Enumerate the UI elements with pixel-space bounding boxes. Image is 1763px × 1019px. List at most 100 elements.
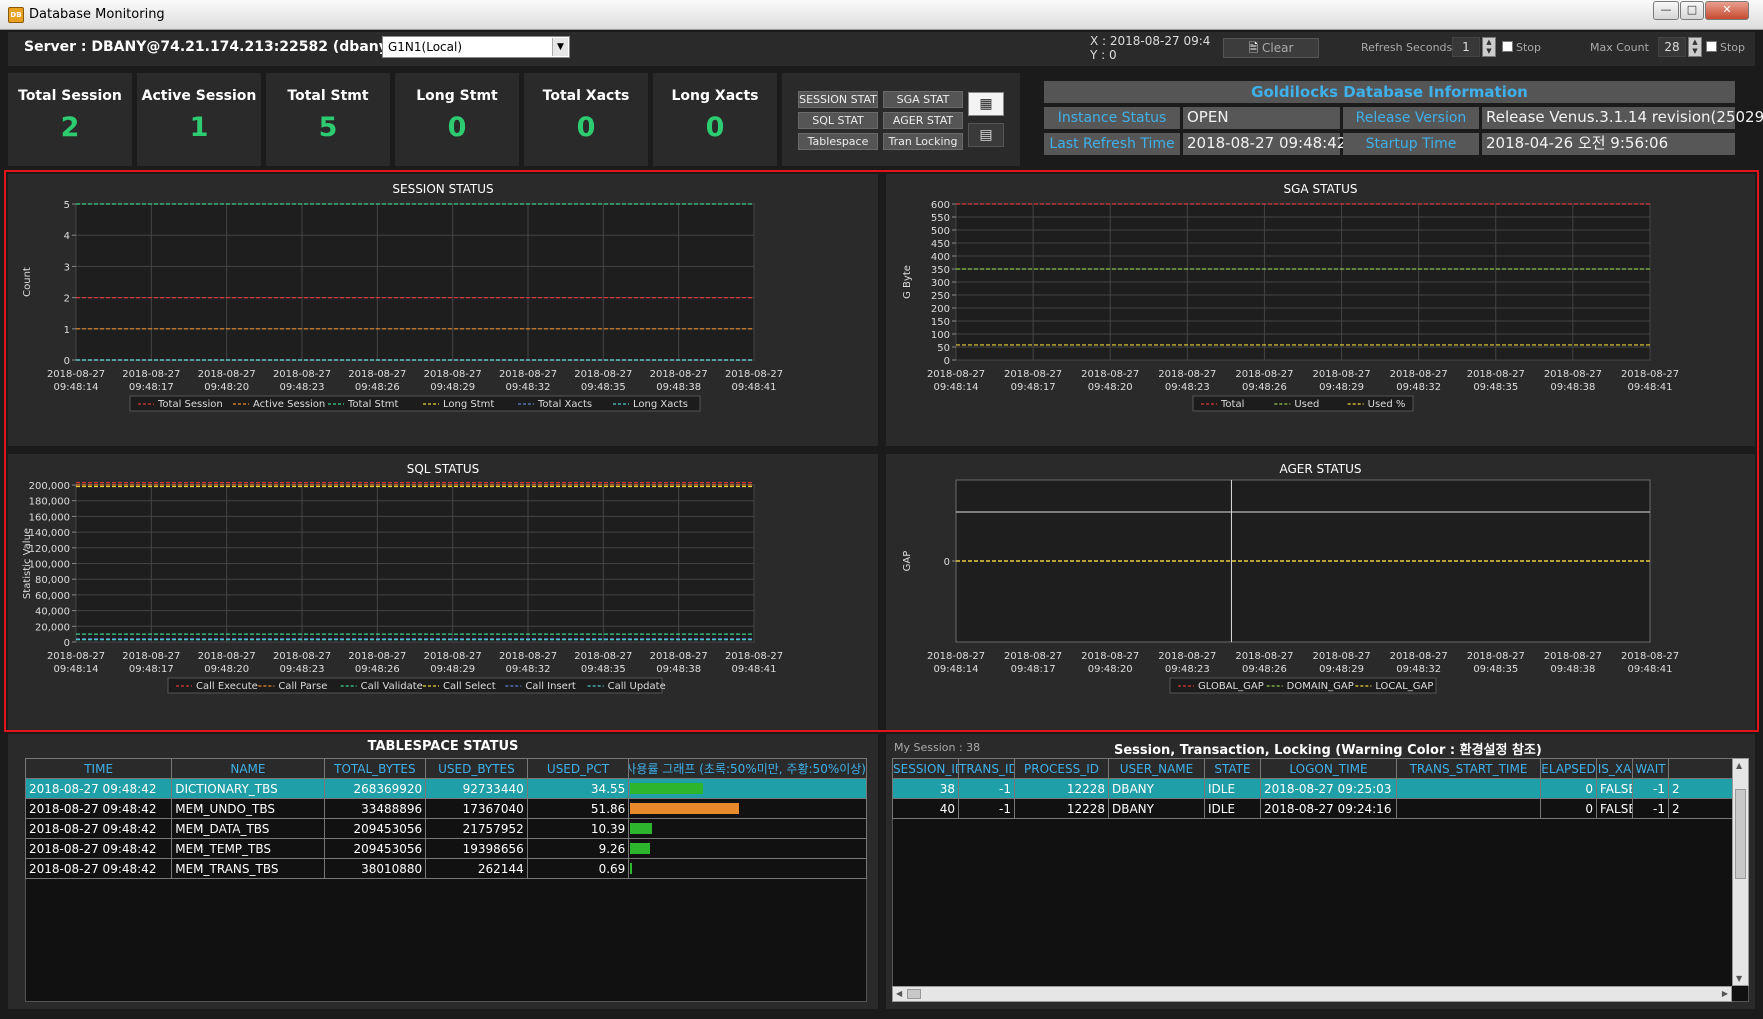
usage-bar-cell <box>628 838 867 859</box>
refresh-spinner[interactable]: ▲ ▼ <box>1482 37 1496 57</box>
column-header[interactable]: TOTAL_BYTES <box>323 758 427 779</box>
table-cell: 2018-08-27 09:48:42 <box>24 778 173 799</box>
table-cell: 92733440 <box>425 778 528 799</box>
table-cell: 17367040 <box>425 798 528 819</box>
scroll-right-icon[interactable]: ▶ <box>1722 989 1728 998</box>
session-grid-viewport: SESSION_ID TRANS_ID PROCESS_ID USER_NAME… <box>892 758 1732 986</box>
table-row[interactable]: 38 -1 12228 DBANY IDLE 2018-08-27 09:25:03 0 FA… <box>892 778 1732 799</box>
column-header[interactable]: TRANS_ID <box>958 758 1015 779</box>
startup-time-label: Startup Time <box>1343 133 1479 155</box>
table-cell: -1 <box>958 778 1015 799</box>
database-app-icon: DB <box>8 7 24 23</box>
table-cell: -1 <box>1632 778 1669 799</box>
column-header[interactable]: ELAPSED <box>1540 758 1597 779</box>
column-header[interactable]: USED_BYTES <box>425 758 528 779</box>
table-cell: IDLE <box>1204 798 1261 819</box>
vertical-scrollbar[interactable]: ▲ ▼ <box>1732 758 1749 986</box>
table-row[interactable]: 2018-08-27 09:48:42 MEM_TEMP_TBS 209453056… <box>24 838 867 859</box>
table-row[interactable]: 2018-08-27 09:48:42 DICTIONARY_TBS 2683699… <box>24 778 867 799</box>
table-cell: 2018-08-27 09:48:42 <box>24 798 173 819</box>
tablespace-title: TABLESPACE STATUS <box>367 739 519 754</box>
last-refresh-label: Last Refresh Time <box>1044 133 1180 155</box>
usage-bar-cell <box>628 858 867 879</box>
column-header[interactable]: LOGON_TIME <box>1260 758 1397 779</box>
node-select[interactable]: G1N1(Local) ▼ <box>382 36 570 58</box>
scroll-up-icon[interactable]: ▲ <box>1736 761 1742 770</box>
table-cell: FALSE <box>1596 798 1633 819</box>
column-header[interactable]: SESSION_ID <box>892 758 959 779</box>
clear-label: Clear <box>1262 41 1294 55</box>
max-count-input[interactable]: 28 <box>1658 37 1686 57</box>
max-count-spinner[interactable]: ▲ ▼ <box>1688 37 1702 57</box>
ager-stat-button[interactable]: AGER STAT <box>883 112 963 129</box>
sga-stat-button[interactable]: SGA STAT <box>883 91 963 108</box>
chart-highlight-frame <box>4 170 1759 732</box>
scroll-down-icon[interactable]: ▼ <box>1736 974 1742 983</box>
table-cell: DICTIONARY_TBS <box>171 778 325 799</box>
table-cell: -1 <box>958 798 1015 819</box>
table-cell: 12228 <box>1014 798 1109 819</box>
table-row[interactable]: 2018-08-27 09:48:42 MEM_DATA_TBS 209453056… <box>24 818 867 839</box>
table-row[interactable]: 40 -1 12228 DBANY IDLE 2018-08-27 09:24:16 0 FA… <box>892 798 1732 819</box>
grid-view-icon[interactable]: ▦ <box>968 92 1004 116</box>
table-cell: MEM_TRANS_TBS <box>171 858 325 879</box>
stat-value: 5 <box>318 112 338 143</box>
column-header[interactable] <box>1668 758 1732 779</box>
table-cell: 34.55 <box>526 778 630 799</box>
column-header[interactable]: 사용률 그래프 (초록:50%미만, 주황:50%이상) <box>628 758 867 779</box>
db-info-panel: Goldilocks Database Information Instance… <box>1044 81 1763 157</box>
tablespace-button[interactable]: Tablespace <box>798 133 878 150</box>
chevron-down-icon[interactable]: ▼ <box>552 38 568 56</box>
table-cell: 209453056 <box>323 838 427 859</box>
stat-value: 0 <box>447 112 467 143</box>
column-header[interactable]: NAME <box>171 758 325 779</box>
clear-button[interactable]: 🗎 Clear <box>1223 38 1319 58</box>
table-cell: 10.39 <box>526 818 630 839</box>
column-header[interactable]: WAIT <box>1632 758 1669 779</box>
table-row[interactable]: 2018-08-27 09:48:42 MEM_UNDO_TBS 33488896 1… <box>24 798 867 819</box>
column-header[interactable]: PROCESS_ID <box>1014 758 1109 779</box>
stop-refresh-label: Stop <box>1516 41 1542 54</box>
stop-max-label: Stop <box>1720 41 1746 54</box>
sql-stat-button[interactable]: SQL STAT <box>798 112 878 129</box>
column-header[interactable]: USER_NAME <box>1108 758 1205 779</box>
close-icon[interactable]: ✕ <box>1705 1 1749 20</box>
column-header[interactable]: TRANS_START_TIME <box>1396 758 1541 779</box>
release-version-value: Release Venus.3.1.14 revision(25029) <box>1482 107 1763 129</box>
stat-total-session: Total Session 2 <box>8 73 132 166</box>
column-header[interactable]: TIME <box>24 758 173 779</box>
table-cell: -1 <box>1632 798 1669 819</box>
session-stat-button[interactable]: SESSION STAT <box>798 91 878 108</box>
stat-label: Total Session <box>18 88 122 104</box>
last-refresh-value: 2018-08-27 09:48:42 <box>1183 133 1346 155</box>
table-row[interactable]: 2018-08-27 09:48:42 MEM_TRANS_TBS 38010880… <box>24 858 867 879</box>
horizontal-scrollbar[interactable]: ◀ ▶ <box>892 986 1732 1002</box>
my-session-label: My Session : 38 <box>894 741 981 754</box>
minimize-icon[interactable]: — <box>1653 1 1679 20</box>
table-cell: 38 <box>892 778 959 799</box>
column-header[interactable]: IS_XA <box>1596 758 1633 779</box>
table-cell: MEM_DATA_TBS <box>171 818 325 839</box>
scroll-left-icon[interactable]: ◀ <box>896 989 902 998</box>
stat-label: Long Xacts <box>671 88 759 104</box>
table-cell: 2 <box>1668 798 1732 819</box>
table-cell: 38010880 <box>323 858 427 879</box>
list-view-icon[interactable]: ▤ <box>968 123 1004 147</box>
refresh-seconds-input[interactable]: 1 <box>1452 37 1480 57</box>
tran-locking-button[interactable]: Tran Locking <box>883 133 963 150</box>
usage-bar-cell <box>628 818 867 839</box>
stop-max-checkbox[interactable] <box>1706 41 1717 52</box>
table-cell: 2018-08-27 09:24:16 <box>1260 798 1397 819</box>
stop-refresh-checkbox[interactable] <box>1502 41 1513 52</box>
tablespace-table: TIME NAME TOTAL_BYTES USED_BYTES USED_PC… <box>24 758 867 879</box>
hscroll-thumb[interactable] <box>907 989 921 999</box>
table-cell: MEM_TEMP_TBS <box>171 838 325 859</box>
maximize-icon[interactable]: □ <box>1680 1 1704 20</box>
table-cell <box>1396 798 1541 819</box>
column-header[interactable]: USED_PCT <box>526 758 630 779</box>
table-cell: 12228 <box>1014 778 1109 799</box>
table-cell: 268369920 <box>323 778 427 799</box>
scroll-thumb[interactable] <box>1735 789 1746 879</box>
column-header[interactable]: STATE <box>1204 758 1261 779</box>
server-label: Server : DBANY@74.21.174.213:22582 (dban… <box>24 39 433 55</box>
